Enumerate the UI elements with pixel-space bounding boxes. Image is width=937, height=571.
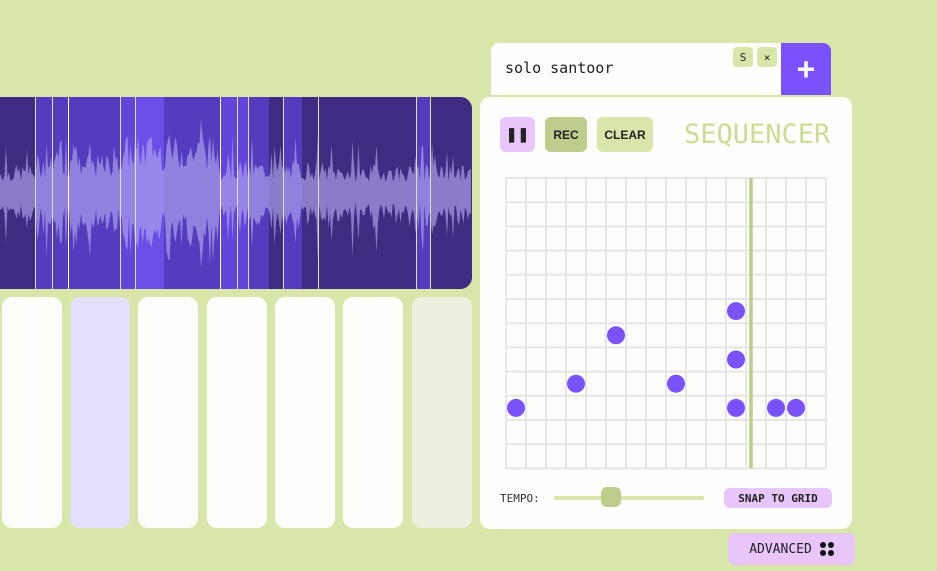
add-button[interactable]: + [781,43,831,95]
search-input[interactable] [505,59,725,77]
sample-pad-7[interactable] [412,297,472,528]
s-button[interactable]: S [733,47,753,67]
note-dot [727,302,745,321]
note-dot [727,350,745,369]
sample-pad-2[interactable] [70,297,130,528]
tempo-label: TEMPO: [500,492,540,505]
note-dot [607,326,625,345]
note-dot [767,398,785,417]
sample-pad-6[interactable] [343,297,403,528]
advanced-label: ADVANCED [749,541,812,557]
slice-marker [248,97,249,289]
sample-pad-5[interactable] [275,297,335,528]
note-dot [667,374,685,393]
clear-button[interactable]: CLEAR [597,117,653,152]
slice-marker [430,97,431,289]
sample-pad-3[interactable] [138,297,198,528]
waveform-svg[interactable] [0,97,472,289]
slice-marker [35,97,36,289]
search-box: S × [491,43,781,95]
slice-marker [220,97,221,289]
note-dot [787,398,805,417]
note-dot [507,398,525,417]
sample-pad-1[interactable] [2,297,62,528]
slice-marker [237,97,238,289]
sequencer-panel: ❚❚ REC CLEAR SEQUENCER TEMPO: SNAP TO GR… [480,97,852,529]
grid-dots-icon [819,542,834,556]
tempo-slider[interactable] [554,487,704,507]
sequencer-grid[interactable] [505,177,829,471]
waveform-display[interactable]: ⇆ [0,97,472,289]
note-dot [567,374,585,393]
slice-marker [68,97,69,289]
pause-button[interactable]: ❚❚ [500,117,535,152]
slice-marker [283,97,284,289]
sequencer-title: SEQUENCER [684,119,831,150]
note-dot [727,398,745,417]
slice-marker [318,97,319,289]
slice-marker [52,97,53,289]
sample-pad-4[interactable] [207,297,267,528]
advanced-button[interactable]: ADVANCED [728,533,855,565]
slice-marker [135,97,136,289]
snap-to-grid-button[interactable]: SNAP TO GRID [724,488,832,508]
tempo-slider-thumb[interactable] [601,487,621,507]
clear-search-button[interactable]: × [757,47,777,67]
slice-marker [416,97,417,289]
slice-marker [120,97,121,289]
rec-button[interactable]: REC [545,117,587,152]
